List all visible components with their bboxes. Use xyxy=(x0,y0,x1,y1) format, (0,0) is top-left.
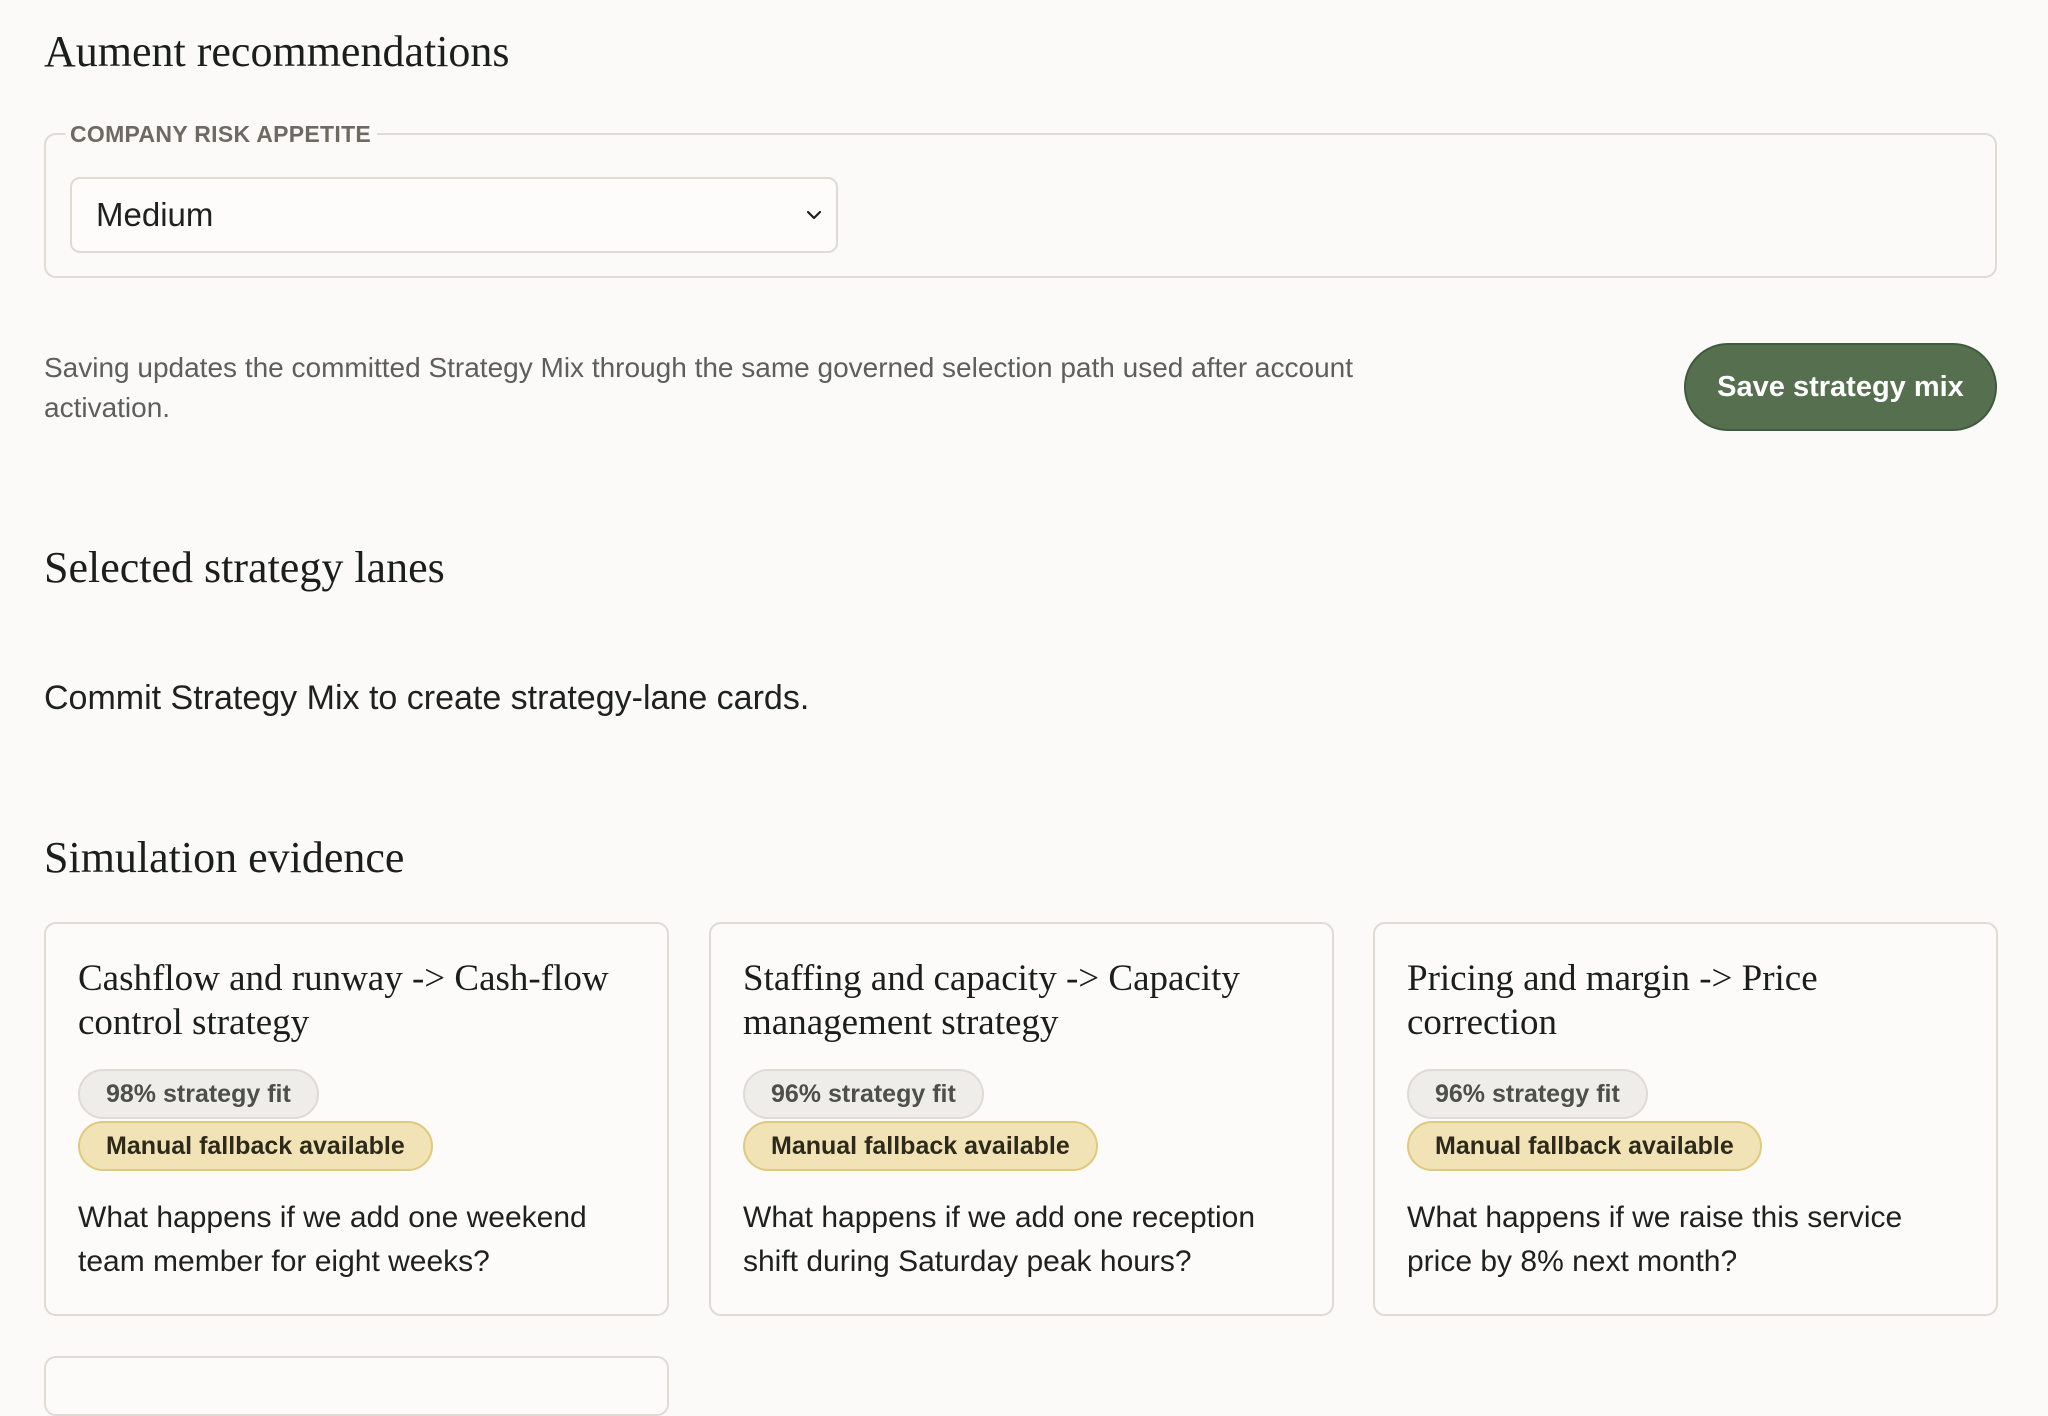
manual-fallback-badge: Manual fallback available xyxy=(78,1121,433,1171)
page: Aument recommendations COMPANY RISK APPE… xyxy=(0,0,2048,1416)
simulation-card-title: Pricing and margin -> Price correction xyxy=(1407,958,1818,1043)
strategy-fit-badge: 96% strategy fit xyxy=(1407,1069,1648,1119)
page-title: Aument recommendations xyxy=(44,27,510,76)
save-note: Saving updates the committed Strategy Mi… xyxy=(44,352,1353,423)
strategy-fit-badge: 96% strategy fit xyxy=(743,1069,984,1119)
strategy-fit-badge: 98% strategy fit xyxy=(78,1069,319,1119)
manual-fallback-badge: Manual fallback available xyxy=(1407,1121,1762,1171)
risk-appetite-value: Medium xyxy=(96,196,214,233)
simulation-card: Pricing and margin -> Price correction 9… xyxy=(1373,922,1998,1316)
simulation-card-title: Cashflow and runway -> Cash-flow control… xyxy=(78,958,609,1043)
simulation-question: What happens if we add one weekend team … xyxy=(78,1201,587,1278)
simulation-question: What happens if we add one reception shi… xyxy=(743,1201,1256,1278)
simulation-question: What happens if we raise this service pr… xyxy=(1407,1201,1903,1278)
simulation-card: Staffing and capacity -> Capacity manage… xyxy=(709,922,1334,1316)
risk-appetite-select[interactable]: Medium xyxy=(70,177,838,253)
simulation-card-title: Staffing and capacity -> Capacity manage… xyxy=(743,958,1240,1043)
selected-lanes-title: Selected strategy lanes xyxy=(44,543,445,592)
simulation-card: Cashflow and runway -> Cash-flow control… xyxy=(44,922,669,1316)
simulation-card-partial xyxy=(44,1356,669,1416)
lanes-empty-message: Commit Strategy Mix to create strategy-l… xyxy=(44,679,810,717)
chevron-down-icon xyxy=(806,210,822,220)
risk-appetite-legend: COMPANY RISK APPETITE xyxy=(65,121,378,147)
simulation-evidence-title: Simulation evidence xyxy=(44,833,405,882)
save-strategy-mix-button[interactable]: Save strategy mix xyxy=(1684,343,1997,431)
risk-appetite-fieldset: COMPANY RISK APPETITE Medium xyxy=(44,121,1997,278)
manual-fallback-badge: Manual fallback available xyxy=(743,1121,1098,1171)
